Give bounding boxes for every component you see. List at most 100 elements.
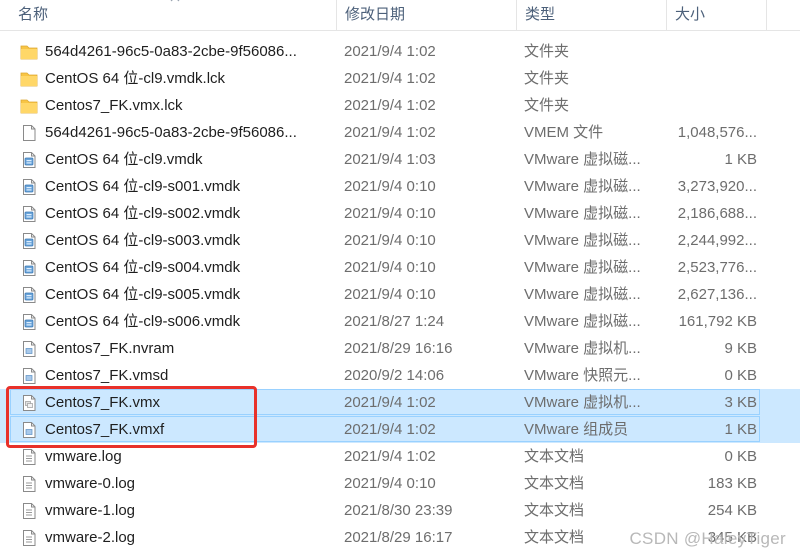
file-size: 183 KB xyxy=(707,475,757,492)
vmware-disk-icon xyxy=(20,178,38,196)
file-type: 文件夹 xyxy=(524,97,570,114)
file-size: 0 KB xyxy=(724,448,757,465)
file-name[interactable]: 564d4261-96c5-0a83-2cbe-9f56086... xyxy=(45,38,297,65)
file-name[interactable]: CentOS 64 位-cl9-s001.vmdk xyxy=(45,173,240,200)
file-name[interactable]: Centos7_FK.vmx.lck xyxy=(45,92,183,119)
file-name[interactable]: CentOS 64 位-cl9-s003.vmdk xyxy=(45,227,240,254)
file-modified-date: 2021/9/4 0:10 xyxy=(344,205,436,222)
file-row[interactable]: CentOS 64 位-cl9-s006.vmdk 2021/8/27 1:24 V… xyxy=(0,308,800,335)
watermark: CSDN @HaleyTiger xyxy=(629,529,786,548)
file-modified-date: 2020/9/2 14:06 xyxy=(344,367,445,384)
file-name[interactable]: CentOS 64 位-cl9.vmdk.lck xyxy=(45,65,225,92)
folder-icon xyxy=(20,97,38,115)
file-type: 文本文档 xyxy=(524,502,585,519)
file-name[interactable]: Centos7_FK.vmx xyxy=(45,389,160,416)
file-row[interactable]: vmware.log 2021/9/4 1:02 文本文档 0 KB xyxy=(0,443,800,470)
file-size: 254 KB xyxy=(707,502,757,519)
file-modified-date: 2021/9/4 1:02 xyxy=(344,421,436,438)
folder-icon xyxy=(20,43,38,61)
file-row[interactable]: vmware-0.log 2021/9/4 0:10 文本文档 183 KB xyxy=(0,470,800,497)
file-name[interactable]: Centos7_FK.vmsd xyxy=(45,362,168,389)
file-modified-date: 2021/9/4 0:10 xyxy=(344,232,436,249)
file-type: VMware 虚拟磁... xyxy=(524,178,641,195)
column-header-size[interactable]: 大小 xyxy=(666,0,766,30)
file-type: VMware 虚拟机... xyxy=(524,394,641,411)
file-name[interactable]: vmware-2.log xyxy=(45,524,135,551)
vmware-disk-icon xyxy=(20,313,38,331)
vmware-disk-icon xyxy=(20,259,38,277)
file-row[interactable]: CentOS 64 位-cl9-s001.vmdk 2021/9/4 0:10 VM… xyxy=(0,173,800,200)
file-type: 文件夹 xyxy=(524,70,570,87)
column-header-type-label: 类型 xyxy=(525,6,556,23)
file-size: 2,186,688... xyxy=(677,205,757,222)
file-row[interactable]: Centos7_FK.vmsd 2020/9/2 14:06 VMware 快照元.… xyxy=(0,362,800,389)
file-size: 9 KB xyxy=(724,340,757,357)
column-header-name[interactable]: 名称 xyxy=(10,0,336,30)
file-size: 1,048,576... xyxy=(677,124,757,141)
file-type: VMware 虚拟磁... xyxy=(524,232,641,249)
file-row[interactable]: 564d4261-96c5-0a83-2cbe-9f56086... 2021/9… xyxy=(0,38,800,65)
column-header-date-label: 修改日期 xyxy=(345,6,406,23)
file-name[interactable]: Centos7_FK.nvram xyxy=(45,335,174,362)
file-size: 2,627,136... xyxy=(677,286,757,303)
file-type: 文本文档 xyxy=(524,475,585,492)
file-name[interactable]: vmware.log xyxy=(45,443,122,470)
blank-file-icon xyxy=(20,124,38,142)
file-size: 0 KB xyxy=(724,367,757,384)
file-modified-date: 2021/8/29 16:16 xyxy=(344,340,453,357)
vmware-disk-icon xyxy=(20,205,38,223)
file-row[interactable]: Centos7_FK.vmxf 2021/9/4 1:02 VMware 组成员 1 … xyxy=(0,416,800,443)
file-modified-date: 2021/9/4 1:03 xyxy=(344,151,436,168)
file-modified-date: 2021/8/29 16:17 xyxy=(344,529,453,546)
sort-ascending-icon xyxy=(170,0,180,2)
file-row[interactable]: CentOS 64 位-cl9.vmdk.lck 2021/9/4 1:02 文件夹 xyxy=(0,65,800,92)
file-row[interactable]: CentOS 64 位-cl9-s003.vmdk 2021/9/4 0:10 VM… xyxy=(0,227,800,254)
file-type: VMware 虚拟磁... xyxy=(524,259,641,276)
file-row[interactable]: Centos7_FK.nvram 2021/8/29 16:16 VMware 虚拟… xyxy=(0,335,800,362)
file-size: 3,273,920... xyxy=(677,178,757,195)
file-row[interactable]: Centos7_FK.vmx 2021/9/4 1:02 VMware 虚拟机...… xyxy=(0,389,800,416)
file-type: VMware 虚拟磁... xyxy=(524,151,641,168)
file-modified-date: 2021/9/4 1:02 xyxy=(344,448,436,465)
file-row[interactable]: vmware-1.log 2021/8/30 23:39 文本文档 254 KB xyxy=(0,497,800,524)
file-modified-date: 2021/9/4 0:10 xyxy=(344,286,436,303)
vmware-vm-icon xyxy=(20,394,38,412)
file-row[interactable]: CentOS 64 位-cl9.vmdk 2021/9/4 1:03 VMware … xyxy=(0,146,800,173)
file-name[interactable]: CentOS 64 位-cl9.vmdk xyxy=(45,146,203,173)
vmware-disk-icon xyxy=(20,232,38,250)
file-name[interactable]: 564d4261-96c5-0a83-2cbe-9f56086... xyxy=(45,119,297,146)
vmware-file-icon xyxy=(20,367,38,385)
file-modified-date: 2021/9/4 1:02 xyxy=(344,43,436,60)
folder-icon xyxy=(20,70,38,88)
file-size: 3 KB xyxy=(724,394,757,411)
file-row[interactable]: CentOS 64 位-cl9-s004.vmdk 2021/9/4 0:10 VM… xyxy=(0,254,800,281)
vmware-file-icon xyxy=(20,340,38,358)
file-name[interactable]: vmware-0.log xyxy=(45,470,135,497)
file-row[interactable]: CentOS 64 位-cl9-s005.vmdk 2021/9/4 0:10 VM… xyxy=(0,281,800,308)
file-size: 2,523,776... xyxy=(677,259,757,276)
column-header-date[interactable]: 修改日期 xyxy=(336,0,516,30)
file-name[interactable]: CentOS 64 位-cl9-s002.vmdk xyxy=(45,200,240,227)
text-file-icon xyxy=(20,502,38,520)
file-modified-date: 2021/8/27 1:24 xyxy=(344,313,445,330)
file-row[interactable]: Centos7_FK.vmx.lck 2021/9/4 1:02 文件夹 xyxy=(0,92,800,119)
file-name[interactable]: CentOS 64 位-cl9-s006.vmdk xyxy=(45,308,240,335)
file-row[interactable]: 564d4261-96c5-0a83-2cbe-9f56086... 2021/9… xyxy=(0,119,800,146)
column-header-type[interactable]: 类型 xyxy=(516,0,666,30)
file-type: VMware 虚拟机... xyxy=(524,340,641,357)
file-type: VMware 虚拟磁... xyxy=(524,286,641,303)
file-type: VMware 组成员 xyxy=(524,421,629,438)
file-modified-date: 2021/9/4 0:10 xyxy=(344,178,436,195)
file-type: VMware 快照元... xyxy=(524,367,641,384)
file-type: VMware 虚拟磁... xyxy=(524,205,641,222)
file-name[interactable]: Centos7_FK.vmxf xyxy=(45,416,164,443)
file-type: 文件夹 xyxy=(524,43,570,60)
file-modified-date: 2021/9/4 1:02 xyxy=(344,394,436,411)
file-name[interactable]: CentOS 64 位-cl9-s004.vmdk xyxy=(45,254,240,281)
file-name[interactable]: CentOS 64 位-cl9-s005.vmdk xyxy=(45,281,240,308)
text-file-icon xyxy=(20,529,38,547)
vmware-file-icon xyxy=(20,421,38,439)
vmware-disk-icon xyxy=(20,151,38,169)
file-name[interactable]: vmware-1.log xyxy=(45,497,135,524)
file-row[interactable]: CentOS 64 位-cl9-s002.vmdk 2021/9/4 0:10 VM… xyxy=(0,200,800,227)
